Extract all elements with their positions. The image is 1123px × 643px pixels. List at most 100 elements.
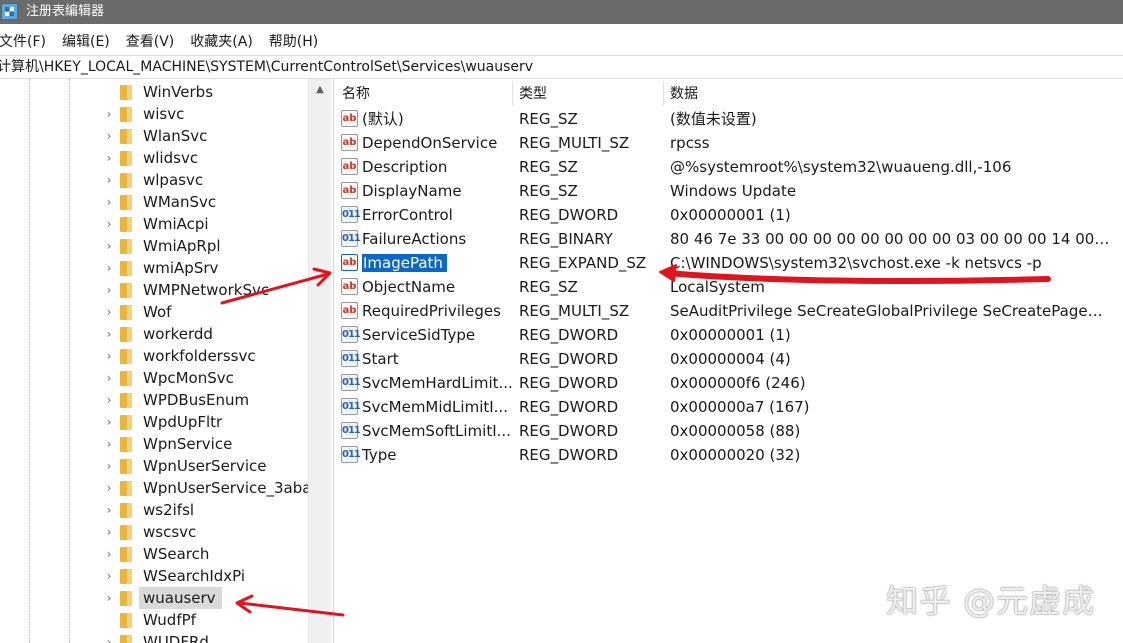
tree-item[interactable]: › wlidsvc xyxy=(0,147,310,169)
chevron-right-icon[interactable]: › xyxy=(103,389,115,411)
tree-item[interactable]: › WpnService xyxy=(0,433,310,455)
tree-item-label[interactable]: WpnUserService xyxy=(143,455,267,477)
value-row[interactable]: ab Description REG_SZ @%systemroot%\system3… xyxy=(336,155,1123,179)
tree-item[interactable]: › WSearchIdxPi xyxy=(0,565,310,587)
tree-item[interactable]: › ws2ifsl xyxy=(0,499,310,521)
menu-edit[interactable]: 编辑(E) xyxy=(61,31,111,51)
tree-item-label[interactable]: wuauserv xyxy=(139,587,222,609)
tree-item[interactable]: › workerdd xyxy=(0,323,310,345)
tree-item[interactable]: › workfolderssvc xyxy=(0,345,310,367)
chevron-right-icon[interactable]: › xyxy=(103,455,115,477)
menu-file[interactable]: 文件(F) xyxy=(0,31,47,51)
scroll-up-icon[interactable]: ▲ xyxy=(309,79,331,101)
tree-item-label[interactable]: WPDBusEnum xyxy=(143,389,249,411)
tree-item[interactable]: › wlpasvc xyxy=(0,169,310,191)
value-row[interactable]: ab DependOnService REG_MULTI_SZ rpcss xyxy=(336,131,1123,155)
tree-item-label[interactable]: WmiApRpl xyxy=(143,235,221,257)
tree-item[interactable]: › wscsvc xyxy=(0,521,310,543)
chevron-right-icon[interactable]: › xyxy=(103,257,115,279)
tree-item-label[interactable]: WMPNetworkSvc xyxy=(143,279,269,301)
tree-item-label[interactable]: wscsvc xyxy=(143,521,196,543)
tree-item-label[interactable]: WSearch xyxy=(143,543,209,565)
value-row[interactable]: ab RequiredPrivileges REG_MULTI_SZ SeAuditP… xyxy=(336,299,1123,323)
tree-item-label[interactable]: WManSvc xyxy=(143,191,216,213)
tree-item[interactable]: › Wof xyxy=(0,301,310,323)
value-row[interactable]: 011 Start REG_DWORD 0x00000004 (4) xyxy=(336,347,1123,371)
chevron-right-icon[interactable]: › xyxy=(103,125,115,147)
value-row[interactable]: 011 SvcMemMidLimitI... REG_DWORD 0x000000a7… xyxy=(336,395,1123,419)
tree-item-label[interactable]: WSearchIdxPi xyxy=(143,565,245,587)
tree-item-label[interactable]: WlanSvc xyxy=(143,125,207,147)
pane-splitter[interactable] xyxy=(333,79,334,643)
chevron-right-icon[interactable]: › xyxy=(103,521,115,543)
value-row[interactable]: 011 ServiceSidType REG_DWORD 0x00000001 (1) xyxy=(336,323,1123,347)
tree-item[interactable]: › WmiAcpi xyxy=(0,213,310,235)
tree-item[interactable]: › WPDBusEnum xyxy=(0,389,310,411)
chevron-right-icon[interactable]: › xyxy=(103,499,115,521)
tree-item[interactable]: › WMPNetworkSvc xyxy=(0,279,310,301)
value-row[interactable]: ab ObjectName REG_SZ LocalSystem xyxy=(336,275,1123,299)
tree-item-label[interactable]: wlidsvc xyxy=(143,147,198,169)
tree-item-label[interactable]: wlpasvc xyxy=(143,169,203,191)
tree-item-label[interactable]: WpnUserService_3aba xyxy=(143,477,311,499)
tree-item[interactable]: › wuauserv xyxy=(0,587,310,609)
tree-item-label[interactable]: WpdUpFltr xyxy=(143,411,222,433)
value-row[interactable]: 011 FailureActions REG_BINARY 80 46 7e 33 0… xyxy=(336,227,1123,251)
chevron-right-icon[interactable]: › xyxy=(103,411,115,433)
tree-item[interactable]: › WpcMonSvc xyxy=(0,367,310,389)
tree-item[interactable]: › WSearch xyxy=(0,543,310,565)
tree-item-label[interactable]: wisvc xyxy=(143,103,184,125)
menu-help[interactable]: 帮助(H) xyxy=(268,31,319,51)
tree-item[interactable]: › WpnUserService_3aba xyxy=(0,477,312,499)
chevron-right-icon[interactable]: › xyxy=(103,301,115,323)
tree-item-label[interactable]: WUDFRd xyxy=(143,631,209,643)
tree-item-label[interactable]: Wof xyxy=(143,301,171,323)
chevron-right-icon[interactable]: › xyxy=(103,433,115,455)
value-row[interactable]: 011 Type REG_DWORD 0x00000020 (32) xyxy=(336,443,1123,467)
value-row[interactable]: 011 ErrorControl REG_DWORD 0x00000001 (1) xyxy=(336,203,1123,227)
tree-item-label[interactable]: workerdd xyxy=(143,323,213,345)
chevron-right-icon[interactable]: › xyxy=(103,565,115,587)
column-header-type[interactable]: 类型 xyxy=(512,82,663,106)
chevron-right-icon[interactable]: › xyxy=(103,631,115,643)
chevron-right-icon[interactable]: › xyxy=(103,543,115,565)
tree-item[interactable]: › WUDFRd xyxy=(0,631,310,643)
chevron-right-icon[interactable]: › xyxy=(103,169,115,191)
tree-item[interactable]: › wmiApSrv xyxy=(0,257,310,279)
chevron-right-icon[interactable]: › xyxy=(103,213,115,235)
address-bar[interactable]: 计算机\HKEY_LOCAL_MACHINE\SYSTEM\CurrentCon… xyxy=(0,55,1123,79)
tree-item[interactable]: › WlanSvc xyxy=(0,125,310,147)
address-path[interactable]: 计算机\HKEY_LOCAL_MACHINE\SYSTEM\CurrentCon… xyxy=(0,59,533,75)
column-header-name[interactable]: 名称 xyxy=(336,82,512,106)
chevron-right-icon[interactable]: › xyxy=(103,103,115,125)
tree-item-label[interactable]: ws2ifsl xyxy=(143,499,194,521)
value-row[interactable]: 011 SvcMemSoftLimitI... REG_DWORD 0x0000005… xyxy=(336,419,1123,443)
chevron-right-icon[interactable]: › xyxy=(103,147,115,169)
chevron-right-icon[interactable]: › xyxy=(103,279,115,301)
tree-item-label[interactable]: WinVerbs xyxy=(143,81,213,103)
tree-scrollbar[interactable]: ▲ xyxy=(308,79,331,643)
value-row[interactable]: 011 SvcMemHardLimit... REG_DWORD 0x000000f6… xyxy=(336,371,1123,395)
tree-item-label[interactable]: WmiAcpi xyxy=(143,213,209,235)
tree-item[interactable]: › WManSvc xyxy=(0,191,310,213)
tree-item[interactable]: › WpdUpFltr xyxy=(0,411,310,433)
tree-item[interactable]: WudfPf xyxy=(0,609,310,631)
tree-item-label[interactable]: WpnService xyxy=(143,433,232,455)
value-row[interactable]: ab DisplayName REG_SZ Windows Update xyxy=(336,179,1123,203)
column-header-data[interactable]: 数据 xyxy=(663,82,1120,106)
chevron-right-icon[interactable]: › xyxy=(103,345,115,367)
tree-item[interactable]: › wisvc xyxy=(0,103,310,125)
chevron-right-icon[interactable]: › xyxy=(103,477,115,499)
tree-item-label[interactable]: WpcMonSvc xyxy=(143,367,234,389)
chevron-right-icon[interactable]: › xyxy=(103,367,115,389)
chevron-right-icon[interactable]: › xyxy=(103,323,115,345)
tree-item-label[interactable]: wmiApSrv xyxy=(143,257,218,279)
menu-view[interactable]: 查看(V) xyxy=(125,31,176,51)
chevron-right-icon[interactable]: › xyxy=(103,235,115,257)
tree-item-label[interactable]: WudfPf xyxy=(143,609,196,631)
value-row[interactable]: ab (默认) REG_SZ (数值未设置) xyxy=(336,107,1123,131)
chevron-right-icon[interactable]: › xyxy=(103,191,115,213)
tree-item[interactable]: › WpnUserService xyxy=(0,455,310,477)
menu-favorites[interactable]: 收藏夹(A) xyxy=(189,31,254,51)
value-row[interactable]: ab ImagePath REG_EXPAND_SZ C:\WINDOWS\syste… xyxy=(336,251,1123,275)
